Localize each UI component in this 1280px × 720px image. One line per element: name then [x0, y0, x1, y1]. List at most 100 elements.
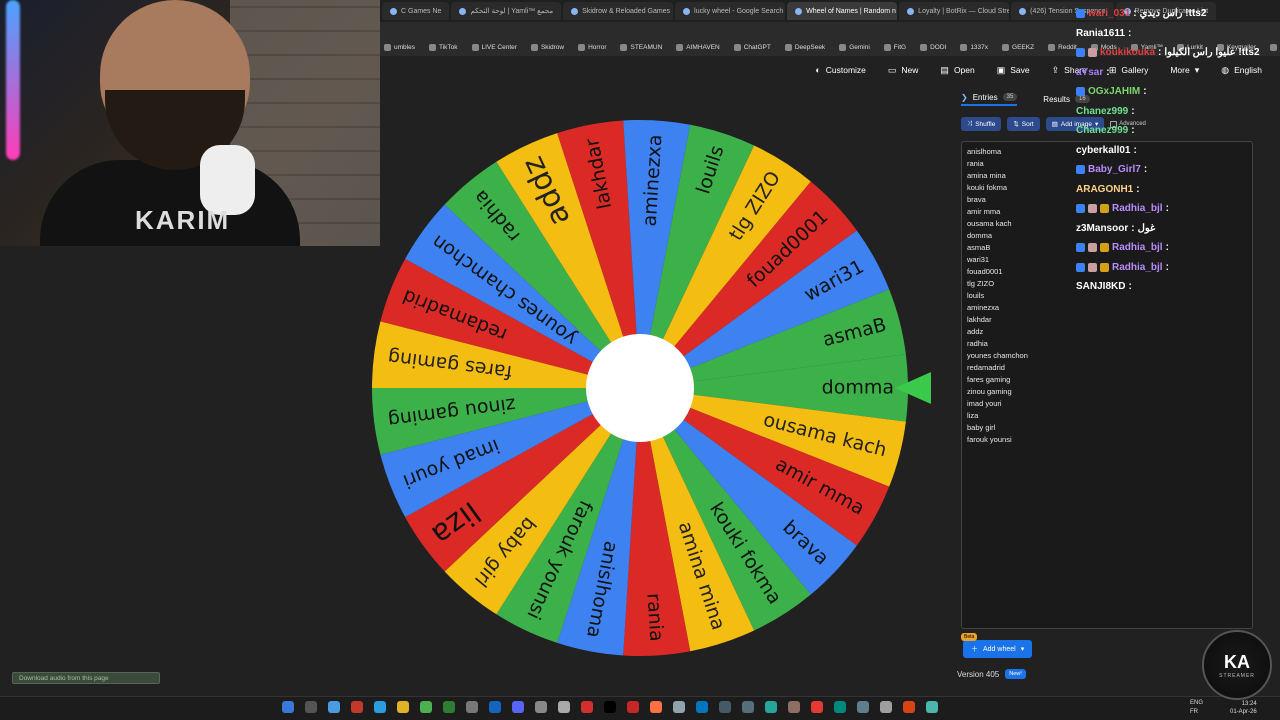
taskbar-app-icon[interactable]	[305, 701, 317, 713]
new-badge[interactable]: New!	[1005, 669, 1026, 679]
taskbar-app-icon[interactable]	[351, 701, 363, 713]
taskbar-app-icon[interactable]	[834, 701, 846, 713]
chat-badge-icon	[1088, 48, 1097, 57]
taskbar-app-icon[interactable]	[466, 701, 478, 713]
chat-colon: :	[1131, 125, 1135, 136]
bookmark-item[interactable]: Horror	[578, 43, 606, 51]
taskbar-app-icon[interactable]	[650, 701, 662, 713]
taskbar-app-icon[interactable]	[581, 701, 593, 713]
bookmark-item[interactable]: 1337x	[960, 43, 989, 51]
favicon-icon	[683, 7, 691, 15]
image-icon: ▨	[1051, 121, 1058, 128]
taskbar-app-icon[interactable]	[857, 701, 869, 713]
chat-username: Chanez999	[1076, 125, 1129, 136]
taskbar-app-icon[interactable]	[328, 701, 340, 713]
bookmark-icon	[960, 43, 968, 51]
bookmark-label: ChatGPT	[743, 43, 771, 51]
taskbar-app-icon[interactable]	[765, 701, 777, 713]
bookmark-item[interactable]: Skidrow	[530, 43, 564, 51]
save-button[interactable]: ▣ Save	[997, 65, 1030, 76]
browser-tab[interactable]: C Games Ne	[382, 2, 450, 20]
tab-label: lucky wheel - Google Search	[694, 7, 784, 15]
chat-colon: :	[1133, 144, 1137, 156]
clock[interactable]: 13:24 01-Apr-26	[1230, 700, 1257, 716]
chat-username: Radhia_bjl	[1112, 242, 1163, 253]
sort-button[interactable]: ⇅ Sort	[1007, 117, 1040, 131]
taskbar-app-icon[interactable]	[627, 701, 639, 713]
add-wheel-button[interactable]: ＋ Add wheel ▾	[963, 640, 1033, 658]
chat-text: عليوا راس الكيلوا !tts2	[1164, 47, 1260, 58]
plus-icon: ＋	[971, 646, 978, 653]
chat-message: aYsar:	[1076, 67, 1110, 78]
new-button[interactable]: ▭ New	[888, 65, 919, 76]
taskbar-app-icon[interactable]	[696, 701, 708, 713]
taskbar-app-icon[interactable]	[788, 701, 800, 713]
tab-label: Wheel of Names | Random n	[806, 7, 896, 15]
browser-tab[interactable]: لوحة التحكم | Yamli™ مجمع	[451, 2, 562, 20]
chat-message: Radhia_bjl:	[1076, 262, 1169, 273]
language-indicator[interactable]: ENG FR	[1190, 699, 1203, 717]
wheel[interactable]: domma ousama kach amir mma brava kouki fokma…	[370, 118, 910, 658]
entry-line: baby girl	[967, 423, 996, 432]
taskbar-app-icon[interactable]	[489, 701, 501, 713]
bookmark-item[interactable]: umbles	[384, 43, 415, 51]
taskbar-app-icon[interactable]	[719, 701, 731, 713]
taskbar-app-icon[interactable]	[282, 701, 294, 713]
chat-badge-icon	[1076, 87, 1085, 96]
taskbar-app-icon[interactable]	[535, 701, 547, 713]
bookmark-label: AIMHAVEN	[686, 43, 720, 51]
shirt-text: KARIM	[135, 205, 231, 235]
taskbar-app-icon[interactable]	[558, 701, 570, 713]
bookmark-item[interactable]: LIVE Center	[471, 43, 517, 51]
chat-colon: :	[1127, 27, 1132, 39]
taskbar-app-icon[interactable]	[673, 701, 685, 713]
favicon-icon	[907, 7, 915, 15]
browser-tab[interactable]: Skidrow & Reloaded Games	[563, 2, 674, 20]
wheel-graphic[interactable]: dommaousama kachamir mmabravakouki fokma…	[370, 118, 910, 658]
taskbar-app-icon[interactable]	[420, 701, 432, 713]
browser-tab[interactable]: lucky wheel - Google Search	[675, 2, 786, 20]
bookmark-item[interactable]: AIMHAVEN	[676, 43, 720, 51]
browser-tab[interactable]: Loyalty | BotRix — Cloud Stre	[899, 2, 1010, 20]
taskbar-app-icon[interactable]	[374, 701, 386, 713]
chat-username: Baby_Girl7	[1088, 164, 1141, 175]
taskbar-app-icon[interactable]	[512, 701, 524, 713]
chat-badge-icon	[1076, 243, 1085, 252]
taskbar-app-icon[interactable]	[811, 701, 823, 713]
chat-message: cyberkall01:	[1076, 145, 1137, 156]
bookmark-label: STEAMUN	[630, 43, 663, 51]
bookmark-item[interactable]: DeepSeek	[784, 43, 826, 51]
chat-message: Rania1611:	[1076, 28, 1131, 39]
streamer-logo: KA STREAMER	[1202, 630, 1272, 700]
bookmark-icon	[471, 43, 479, 51]
bookmark-item[interactable]: DODI	[920, 43, 946, 51]
taskbar-app-icon[interactable]	[926, 701, 938, 713]
bookmark-item[interactable]: TikTok	[428, 43, 458, 51]
wheel-center[interactable]	[586, 334, 694, 442]
entries-count-badge: 35	[1002, 93, 1018, 101]
bookmark-item[interactable]: Gemini	[839, 43, 870, 51]
bookmark-icon	[1002, 43, 1010, 51]
browser-tab[interactable]: Wheel of Names | Random n	[787, 2, 898, 20]
bookmark-label: GEEKZ	[1012, 43, 1035, 51]
taskbar-app-icon[interactable]	[880, 701, 892, 713]
taskbar-app-icon[interactable]	[604, 701, 616, 713]
taskbar-app-icon[interactable]	[742, 701, 754, 713]
bookmark-item[interactable]: GEEKZ	[1002, 43, 1035, 51]
shuffle-button[interactable]: ⤨ Shuffle	[961, 117, 1002, 131]
open-button[interactable]: ▤ Open	[940, 65, 974, 76]
taskbar-app-icon[interactable]	[903, 701, 915, 713]
folder-icon: ▤	[940, 64, 949, 75]
bookmark-label: DeepSeek	[794, 43, 826, 51]
bookmark-item[interactable]: ChatGPT	[733, 43, 771, 51]
taskbar-app-icon[interactable]	[397, 701, 409, 713]
customize-button[interactable]: ◐ Customize	[815, 65, 866, 75]
download-audio-bar[interactable]: Download audio from this page	[12, 672, 160, 684]
taskbar-app-icon[interactable]	[443, 701, 455, 713]
bookmark-item[interactable]: FitG	[883, 43, 906, 51]
chat-message: Baby_Girl7:	[1076, 164, 1147, 175]
bookmark-label: 1337x	[970, 43, 989, 51]
tab-entries[interactable]: ❯ Entries 35	[961, 93, 1018, 106]
bookmark-item[interactable]: STEAMUN	[620, 43, 663, 51]
chat-colon: :	[1131, 222, 1135, 234]
